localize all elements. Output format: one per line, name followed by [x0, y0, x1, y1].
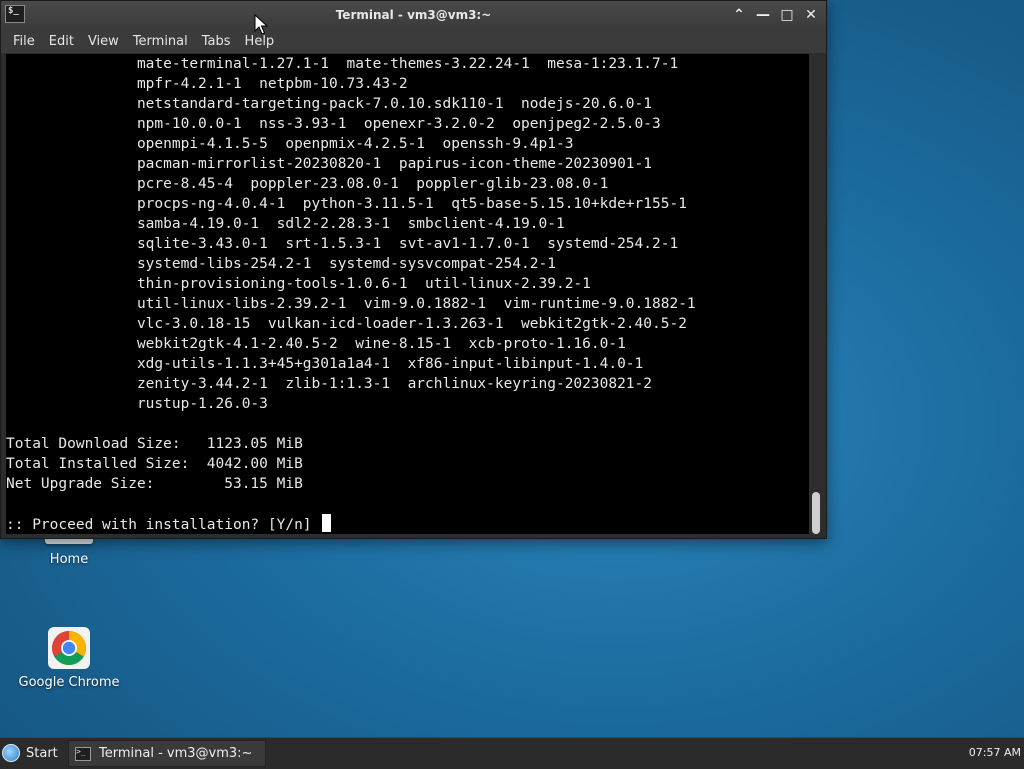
- desktop-icon-label: Home: [49, 552, 89, 567]
- taskbar: Start >_ Terminal - vm3@vm3:~ 07:57 AM: [0, 737, 1024, 769]
- text-cursor: [322, 514, 332, 532]
- terminal-line: vlc-3.0.18-15 vulkan-icd-loader-1.3.263-…: [6, 316, 687, 332]
- terminal-output[interactable]: mate-terminal-1.27.1-1 mate-themes-3.22.…: [6, 54, 809, 534]
- terminal-line: netstandard-targeting-pack-7.0.10.sdk110…: [6, 96, 653, 112]
- terminal-line: rustup-1.26.0-3: [6, 396, 268, 412]
- clock: 07:57 AM: [968, 746, 1021, 759]
- terminal-icon: >_: [75, 746, 91, 761]
- scrollbar-thumb[interactable]: [812, 492, 820, 534]
- terminal-line: util-linux-libs-2.39.2-1 vim-9.0.1882-1 …: [6, 296, 696, 312]
- maximize-button[interactable]: □: [778, 6, 796, 24]
- desktop-icon-google-chrome[interactable]: Google Chrome: [14, 627, 124, 690]
- terminal-line: Total Installed Size: 4042.00 MiB: [6, 456, 303, 472]
- start-label: Start: [26, 745, 58, 761]
- terminal-line: samba-4.19.0-1 sdl2-2.28.3-1 smbclient-4…: [6, 216, 565, 232]
- chrome-icon: [48, 627, 90, 669]
- taskbar-item-label: Terminal - vm3@vm3:~: [99, 746, 253, 761]
- terminal-line: mpfr-4.2.1-1 netpbm-10.73.43-2: [6, 76, 408, 92]
- mouse-pointer-icon: [254, 14, 268, 35]
- title-bar[interactable]: $_ Terminal - vm3@vm3:~ ⌃ — □ ✕: [1, 1, 826, 29]
- terminal-line: zenity-3.44.2-1 zlib-1:1.3-1 archlinux-k…: [6, 376, 653, 392]
- menu-edit[interactable]: Edit: [42, 34, 81, 49]
- minimize-button[interactable]: —: [754, 6, 772, 24]
- desktop-icon-label: Google Chrome: [18, 675, 120, 690]
- terminal-line: mate-terminal-1.27.1-1 mate-themes-3.22.…: [6, 56, 679, 72]
- terminal-scrollbar[interactable]: [809, 54, 823, 534]
- terminal-line: webkit2gtk-4.1-2.40.5-2 wine-8.15-1 xcb-…: [6, 336, 626, 352]
- terminal-line: openmpi-4.1.5-5 openpmix-4.2.5-1 openssh…: [6, 136, 574, 152]
- start-button[interactable]: Start: [2, 742, 58, 764]
- taskbar-item-terminal[interactable]: >_ Terminal - vm3@vm3:~: [68, 740, 266, 767]
- terminal-line: systemd-libs-254.2-1 systemd-sysvcompat-…: [6, 256, 556, 272]
- menu-bar: File Edit View Terminal Tabs Help: [1, 29, 826, 53]
- terminal-line: thin-provisioning-tools-1.0.6-1 util-lin…: [6, 276, 591, 292]
- terminal-line: Total Download Size: 1123.05 MiB: [6, 436, 303, 452]
- menu-view[interactable]: View: [81, 34, 126, 49]
- terminal-prompt: :: Proceed with installation? [Y/n]: [6, 517, 321, 533]
- terminal-line: procps-ng-4.0.4-1 python-3.11.5-1 qt5-ba…: [6, 196, 687, 212]
- terminal-line: pacman-mirrorlist-20230820-1 papirus-ico…: [6, 156, 653, 172]
- menu-tabs[interactable]: Tabs: [195, 34, 238, 49]
- terminal-line: sqlite-3.43.0-1 srt-1.5.3-1 svt-av1-1.7.…: [6, 236, 679, 252]
- start-orb-icon: [2, 744, 20, 762]
- terminal-window: $_ Terminal - vm3@vm3:~ ⌃ — □ ✕ File Edi…: [0, 0, 827, 539]
- shade-button[interactable]: ⌃: [730, 6, 748, 24]
- terminal-line: Net Upgrade Size: 53.15 MiB: [6, 476, 303, 492]
- terminal-line: pcre-8.45-4 poppler-23.08.0-1 poppler-gl…: [6, 176, 609, 192]
- menu-terminal[interactable]: Terminal: [126, 34, 195, 49]
- close-button[interactable]: ✕: [802, 6, 820, 24]
- menu-file[interactable]: File: [6, 34, 42, 49]
- terminal-line: xdg-utils-1.1.3+45+g301a1a4-1 xf86-input…: [6, 356, 644, 372]
- terminal-line: npm-10.0.0-1 nss-3.93-1 openexr-3.2.0-2 …: [6, 116, 661, 132]
- window-title: Terminal - vm3@vm3:~: [335, 8, 492, 22]
- terminal-prompt-line[interactable]: :: Proceed with installation? [Y/n]: [6, 514, 809, 534]
